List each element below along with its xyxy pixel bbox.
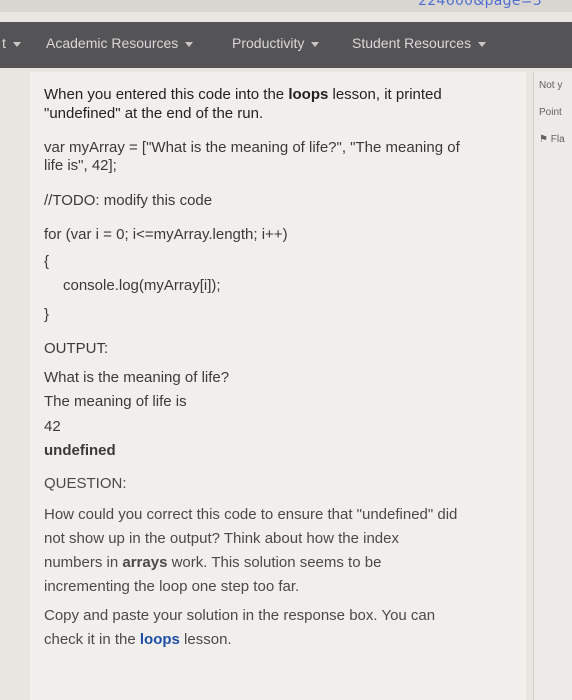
chevron-down-icon	[12, 41, 21, 47]
question-line: numbers in arrays work. This solution se…	[44, 554, 381, 572]
flag-label: Fla	[550, 134, 565, 145]
side-text-1: Not y	[539, 80, 563, 91]
flag-icon: ⚑	[539, 134, 551, 145]
intro-text: When you entered this code into the	[44, 86, 289, 103]
arrays-link-text: arrays	[122, 554, 168, 571]
intro-line-1: When you entered this code into the loop…	[44, 86, 442, 104]
loops-link-text: loops	[288, 86, 329, 103]
output-line: What is the meaning of life?	[44, 369, 230, 386]
output-label: OUTPUT:	[44, 340, 109, 357]
intro-line-2: "undefined" at the end of the run.	[44, 105, 264, 122]
code-line: life is", 42];	[44, 157, 117, 174]
question-line: check it in the loops lesson.	[44, 631, 232, 649]
question-text: work. This solution seems to be	[167, 554, 382, 571]
intro-text: lesson, it printed	[328, 86, 442, 103]
top-navigation: t Academic Resources Productivity Studen…	[0, 22, 572, 68]
nav-item-label: Student Resources	[352, 35, 472, 51]
nav-item-label: Productivity	[232, 35, 305, 51]
nav-item-left-stub-label: t	[2, 35, 6, 51]
code-line: var myArray = ["What is the meaning of l…	[44, 139, 460, 156]
code-line: for (var i = 0; i<=myArray.length; i++)	[44, 226, 288, 243]
question-label: QUESTION:	[44, 475, 127, 492]
side-text-2: Point	[539, 107, 562, 118]
nav-item-academic-resources[interactable]: Academic Resources	[46, 22, 194, 68]
code-line: //TODO: modify this code	[44, 192, 213, 209]
output-line: 42	[44, 418, 61, 435]
question-line: incrementing the loop one step too far.	[44, 578, 300, 595]
output-line-undefined: undefined	[44, 442, 116, 459]
code-line: console.log(myArray[i]);	[63, 277, 221, 294]
nav-item-student-resources[interactable]: Student Resources	[352, 22, 487, 68]
chevron-down-icon	[311, 41, 320, 47]
url-bar: 224600&page=3	[0, 0, 572, 12]
chevron-down-icon	[478, 41, 487, 47]
chevron-down-icon	[185, 41, 194, 47]
question-line: Copy and paste your solution in the resp…	[44, 607, 436, 624]
output-line: The meaning of life is	[44, 393, 187, 410]
nav-item-productivity[interactable]: Productivity	[232, 22, 320, 68]
code-line: }	[44, 306, 50, 323]
question-text: check it in the	[44, 631, 140, 648]
question-line: How could you correct this code to ensur…	[44, 506, 458, 523]
nav-item-left-stub[interactable]: t	[2, 22, 21, 68]
question-text: lesson.	[179, 631, 232, 648]
question-text: numbers in	[44, 554, 123, 571]
question-content: When you entered this code into the loop…	[30, 72, 526, 700]
side-panel: Not y Point ⚑ Fla	[533, 72, 572, 700]
url-fragment: 224600&page=3	[418, 0, 542, 9]
flag-item[interactable]: ⚑ Fla	[539, 134, 565, 145]
question-line: not show up in the output? Think about h…	[44, 530, 399, 547]
loops-lesson-link[interactable]: loops	[140, 631, 180, 648]
nav-item-label: Academic Resources	[46, 35, 179, 51]
code-line: {	[44, 253, 50, 270]
